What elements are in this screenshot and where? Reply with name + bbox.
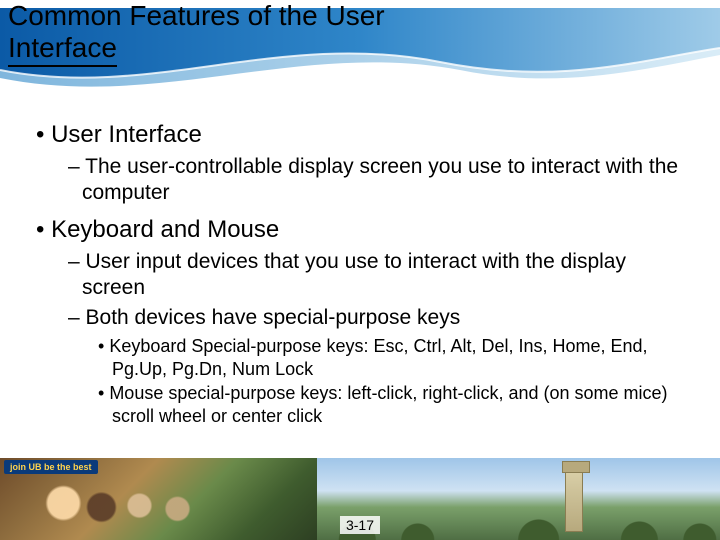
bullet-text: Keyboard and Mouse: [44, 215, 690, 245]
subbullet: User input devices that you use to inter…: [68, 249, 690, 302]
subbullet-text: The user-controllable display screen you…: [82, 154, 690, 207]
subbullet-text: Both devices have special-purpose keys: [82, 305, 690, 331]
bullet-keyboard-mouse: Keyboard and Mouse User input devices th…: [30, 215, 690, 428]
subbullet: Both devices have special-purpose keys K…: [68, 305, 690, 427]
title-line-1: Common Features of the User: [8, 0, 385, 31]
slide: Common Features of the User Interface Us…: [0, 0, 720, 540]
subbullet: The user-controllable display screen you…: [68, 154, 690, 207]
slide-title: Common Features of the User Interface: [8, 0, 700, 67]
subsubbullet-text: Keyboard Special-purpose keys: Esc, Ctrl…: [112, 335, 690, 380]
subbullet-text: User input devices that you use to inter…: [82, 249, 690, 302]
bullet-user-interface: User Interface The user-controllable dis…: [30, 120, 690, 207]
slide-number: 3-17: [340, 516, 380, 534]
title-line-2: Interface: [8, 32, 117, 67]
subsubbullet: Mouse special-purpose keys: left-click, …: [98, 382, 690, 427]
bullet-text: User Interface: [44, 120, 690, 150]
footer-banner-text: join UB be the best: [4, 460, 98, 474]
footer-photo-people: join UB be the best: [0, 458, 317, 540]
slide-body: User Interface The user-controllable dis…: [30, 120, 690, 435]
subsubbullet-text: Mouse special-purpose keys: left-click, …: [112, 382, 690, 427]
subsubbullet: Keyboard Special-purpose keys: Esc, Ctrl…: [98, 335, 690, 380]
